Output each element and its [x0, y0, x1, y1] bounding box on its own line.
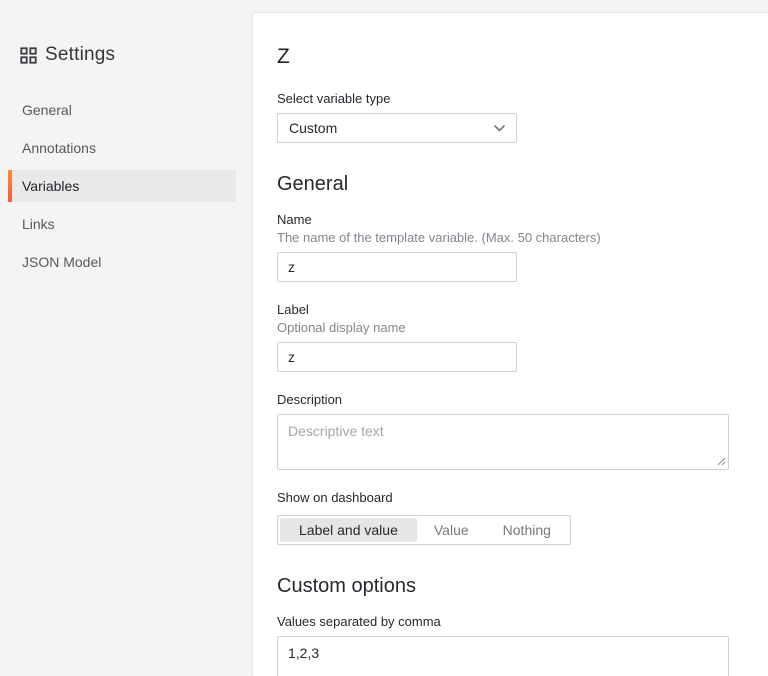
sidebar-item-annotations[interactable]: Annotations — [8, 132, 236, 164]
show-on-dashboard-radio-group: Label and value Value Nothing — [277, 515, 571, 545]
radio-option-label-and-value[interactable]: Label and value — [280, 518, 417, 542]
custom-values-label: Values separated by comma — [277, 614, 768, 629]
radio-option-nothing[interactable]: Nothing — [486, 518, 568, 542]
radio-option-value[interactable]: Value — [417, 518, 486, 542]
settings-header: Settings — [0, 44, 252, 66]
variable-type-select[interactable]: Custom — [277, 113, 517, 143]
description-label: Description — [277, 392, 768, 407]
label-field: Label Optional display name — [277, 302, 768, 372]
page-title: Z — [277, 45, 768, 69]
label-description: Optional display name — [277, 320, 768, 335]
custom-values-textarea[interactable]: 1,2,3 — [277, 636, 729, 676]
settings-nav: General Annotations Variables Links JSON… — [0, 94, 252, 278]
variable-type-value: Custom — [289, 120, 337, 136]
sidebar-item-variables[interactable]: Variables — [8, 170, 236, 202]
name-field: Name The name of the template variable. … — [277, 212, 768, 282]
description-field: Description — [277, 392, 768, 470]
label-label: Label — [277, 302, 768, 317]
show-on-dashboard-label: Show on dashboard — [277, 490, 768, 505]
sidebar-item-general[interactable]: General — [8, 94, 236, 126]
name-description: The name of the template variable. (Max.… — [277, 230, 768, 245]
label-input[interactable] — [277, 342, 517, 372]
description-textarea[interactable] — [277, 414, 729, 470]
custom-options-heading: Custom options — [277, 575, 768, 598]
variable-type-label: Select variable type — [277, 91, 768, 106]
name-label: Name — [277, 212, 768, 227]
apps-grid-icon — [20, 47, 37, 64]
name-input[interactable] — [277, 252, 517, 282]
sidebar-item-json-model[interactable]: JSON Model — [8, 246, 236, 278]
sidebar-item-links[interactable]: Links — [8, 208, 236, 240]
settings-sidebar: Settings General Annotations Variables L… — [0, 0, 252, 676]
custom-values-field: Values separated by comma 1,2,3 — [277, 614, 768, 676]
variable-type-field: Select variable type Custom — [277, 91, 768, 143]
general-section-heading: General — [277, 173, 768, 196]
variable-editor-panel: Z Select variable type Custom General Na… — [252, 12, 768, 676]
show-on-dashboard-field: Show on dashboard Label and value Value … — [277, 490, 768, 545]
settings-title: Settings — [45, 44, 115, 66]
chevron-down-icon — [494, 119, 505, 137]
resize-handle-icon[interactable] — [717, 457, 726, 466]
